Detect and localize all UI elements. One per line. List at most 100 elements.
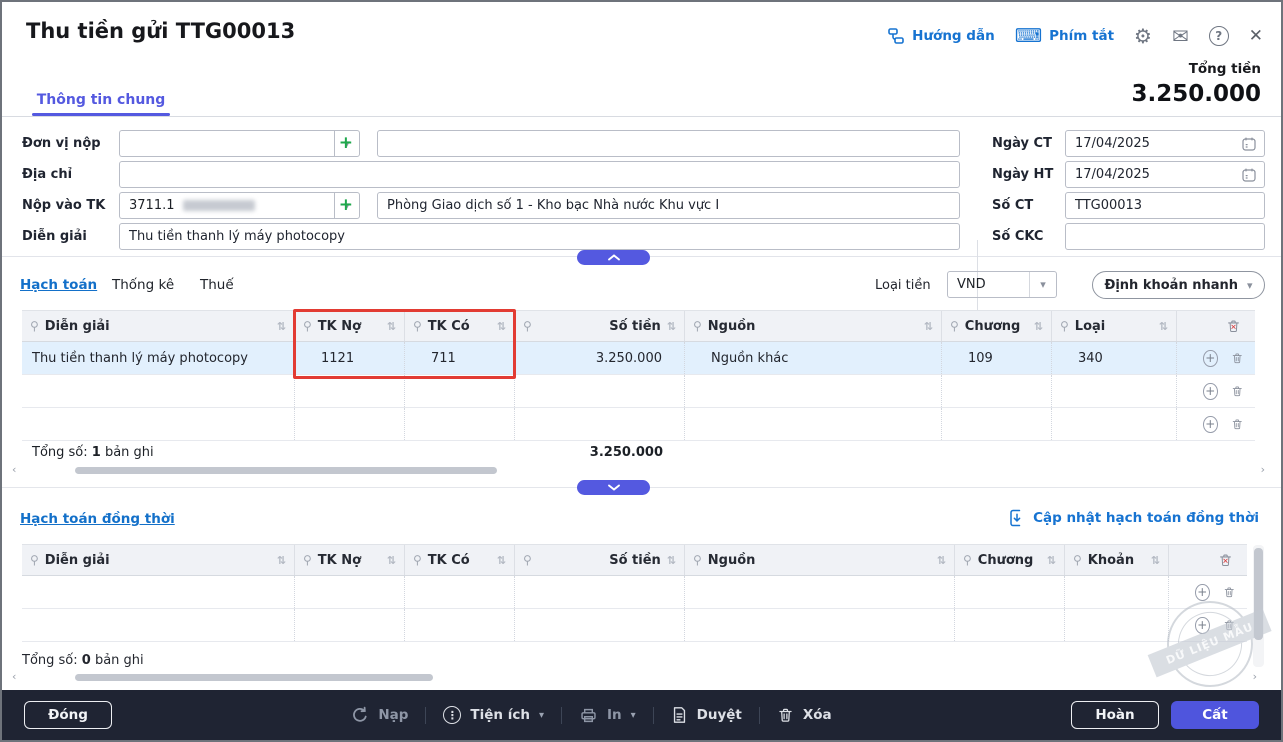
- delete-row-icon[interactable]: [1231, 384, 1244, 399]
- tab-thue[interactable]: Thuế: [200, 277, 234, 293]
- add-row-icon[interactable]: +: [1203, 349, 1218, 367]
- utilities-button[interactable]: ⋮ Tiện ích ▾: [443, 706, 544, 724]
- payer-unit-input[interactable]: [119, 130, 334, 157]
- tab-thong-ke[interactable]: Thống kê: [112, 277, 174, 293]
- col-so-tien[interactable]: ⚲ Số tiền ⇅: [515, 311, 685, 341]
- delete-row-icon[interactable]: [1231, 351, 1244, 366]
- simultaneous-section-link[interactable]: Hạch toán đồng thời: [20, 511, 175, 527]
- col-nguon[interactable]: ⚲ Nguồn ⇅: [685, 545, 955, 575]
- send-feedback-icon[interactable]: ✉: [1172, 26, 1189, 46]
- settings-gear-icon[interactable]: ⚙: [1134, 26, 1152, 46]
- scroll-right-icon[interactable]: ›: [1261, 463, 1265, 476]
- cell-so-tien[interactable]: 3.250.000: [515, 342, 685, 374]
- sort-icon[interactable]: ⇅: [497, 555, 506, 566]
- delete-all-rows-icon[interactable]: ✕: [1226, 319, 1241, 334]
- pin-icon[interactable]: ⚲: [523, 320, 532, 332]
- h-scrollbar[interactable]: ‹ ›: [12, 670, 1257, 683]
- col-chuong[interactable]: ⚲ Chương ⇅: [942, 311, 1052, 341]
- sort-icon[interactable]: ⇅: [387, 555, 396, 566]
- col-dien-giai[interactable]: ⚲ Diễn giải ⇅: [22, 311, 295, 341]
- sort-icon[interactable]: ⇅: [1159, 321, 1168, 332]
- tab-general-info[interactable]: Thông tin chung: [32, 92, 170, 108]
- pin-icon[interactable]: ⚲: [303, 554, 312, 566]
- payer-unit-name-input[interactable]: [377, 130, 960, 157]
- doc-date-input[interactable]: 17/04/2025: [1065, 130, 1265, 157]
- pin-icon[interactable]: ⚲: [1073, 554, 1082, 566]
- print-button[interactable]: In ▾: [579, 706, 636, 725]
- pin-icon[interactable]: ⚲: [413, 554, 422, 566]
- pin-icon[interactable]: ⚲: [413, 320, 422, 332]
- add-row-icon[interactable]: +: [1195, 616, 1210, 634]
- pin-icon[interactable]: ⚲: [950, 320, 959, 332]
- address-input[interactable]: [119, 161, 960, 188]
- add-payer-unit-icon[interactable]: +: [339, 133, 353, 153]
- scroll-left-icon[interactable]: ‹: [12, 463, 16, 476]
- col-tk-co[interactable]: ⚲ TK Có ⇅: [405, 545, 515, 575]
- sort-icon[interactable]: ⇅: [667, 321, 676, 332]
- shortcuts-link[interactable]: ⌨ Phím tắt: [1015, 26, 1114, 46]
- add-row-icon[interactable]: +: [1203, 382, 1218, 400]
- scroll-left-icon[interactable]: ‹: [12, 670, 16, 683]
- collapse-form-button[interactable]: [577, 250, 650, 265]
- add-deposit-account-icon[interactable]: +: [339, 195, 353, 215]
- sort-icon[interactable]: ⇅: [387, 321, 396, 332]
- col-khoan[interactable]: ⚲ Khoản ⇅: [1065, 545, 1169, 575]
- add-row-icon[interactable]: +: [1203, 415, 1218, 433]
- quick-entry-button[interactable]: Định khoản nhanh ▾: [1092, 271, 1265, 299]
- delete-all-rows-icon[interactable]: ✕: [1218, 553, 1233, 568]
- pin-icon[interactable]: ⚲: [693, 320, 702, 332]
- pin-icon[interactable]: ⚲: [1060, 320, 1069, 332]
- sort-icon[interactable]: ⇅: [277, 555, 286, 566]
- col-nguon[interactable]: ⚲ Nguồn ⇅: [685, 311, 942, 341]
- pin-icon[interactable]: ⚲: [963, 554, 972, 566]
- pin-icon[interactable]: ⚲: [30, 554, 39, 566]
- cell-dien-giai[interactable]: Thu tiền thanh lý máy photocopy: [22, 342, 295, 374]
- deposit-account-input[interactable]: 3711.1: [119, 192, 334, 219]
- tab-hach-toan[interactable]: Hạch toán: [20, 277, 97, 293]
- ckc-number-input[interactable]: [1065, 223, 1265, 250]
- delete-row-icon[interactable]: [1223, 618, 1236, 633]
- delete-row-icon[interactable]: [1231, 417, 1244, 432]
- doc-number-input[interactable]: TTG00013: [1065, 192, 1265, 219]
- pin-icon[interactable]: ⚲: [30, 320, 39, 332]
- reload-button[interactable]: Nạp: [351, 706, 408, 724]
- posting-date-input[interactable]: 17/04/2025: [1065, 161, 1265, 188]
- col-loai[interactable]: ⚲ Loại ⇅: [1052, 311, 1177, 341]
- cell-nguon[interactable]: Nguồn khác: [685, 342, 942, 374]
- h-scrollbar[interactable]: ‹ ›: [12, 463, 1265, 476]
- currency-select[interactable]: VND ▾: [947, 271, 1057, 298]
- sort-icon[interactable]: ⇅: [1034, 321, 1043, 332]
- close-button[interactable]: Đóng: [24, 701, 112, 729]
- pin-icon[interactable]: ⚲: [693, 554, 702, 566]
- h-scrollbar-thumb[interactable]: [75, 467, 497, 474]
- sort-icon[interactable]: ⇅: [924, 321, 933, 332]
- update-simultaneous-link[interactable]: Cập nhật hạch toán đồng thời: [1009, 509, 1259, 527]
- calendar-icon[interactable]: [1241, 136, 1257, 152]
- cell-loai[interactable]: 340: [1052, 342, 1177, 374]
- save-button[interactable]: Cất: [1170, 701, 1259, 729]
- description-input[interactable]: Thu tiền thanh lý máy photocopy: [119, 223, 960, 250]
- guide-link[interactable]: Hướng dẫn: [887, 27, 995, 45]
- col-dien-giai[interactable]: ⚲ Diễn giải ⇅: [22, 545, 295, 575]
- add-row-icon[interactable]: +: [1195, 583, 1210, 601]
- sort-icon[interactable]: ⇅: [1151, 555, 1160, 566]
- sort-icon[interactable]: ⇅: [1047, 555, 1056, 566]
- col-tk-no[interactable]: ⚲ TK Nợ ⇅: [295, 545, 405, 575]
- delete-button[interactable]: Xóa: [777, 707, 832, 724]
- col-chuong[interactable]: ⚲ Chương ⇅: [955, 545, 1065, 575]
- sort-icon[interactable]: ⇅: [497, 321, 506, 332]
- col-tk-co[interactable]: ⚲ TK Có ⇅: [405, 311, 515, 341]
- sort-icon[interactable]: ⇅: [277, 321, 286, 332]
- pin-icon[interactable]: ⚲: [303, 320, 312, 332]
- pin-icon[interactable]: ⚲: [523, 554, 532, 566]
- scroll-right-icon[interactable]: ›: [1253, 670, 1257, 683]
- cell-chuong[interactable]: 109: [942, 342, 1052, 374]
- undo-button[interactable]: Hoàn: [1070, 701, 1159, 729]
- cell-tk-no[interactable]: 1121: [295, 342, 405, 374]
- h-scrollbar-thumb[interactable]: [75, 674, 433, 681]
- sort-icon[interactable]: ⇅: [667, 555, 676, 566]
- sort-icon[interactable]: ⇅: [937, 555, 946, 566]
- expand-section-button[interactable]: [577, 480, 650, 495]
- help-icon[interactable]: ?: [1208, 26, 1229, 46]
- close-icon[interactable]: ✕: [1249, 27, 1263, 45]
